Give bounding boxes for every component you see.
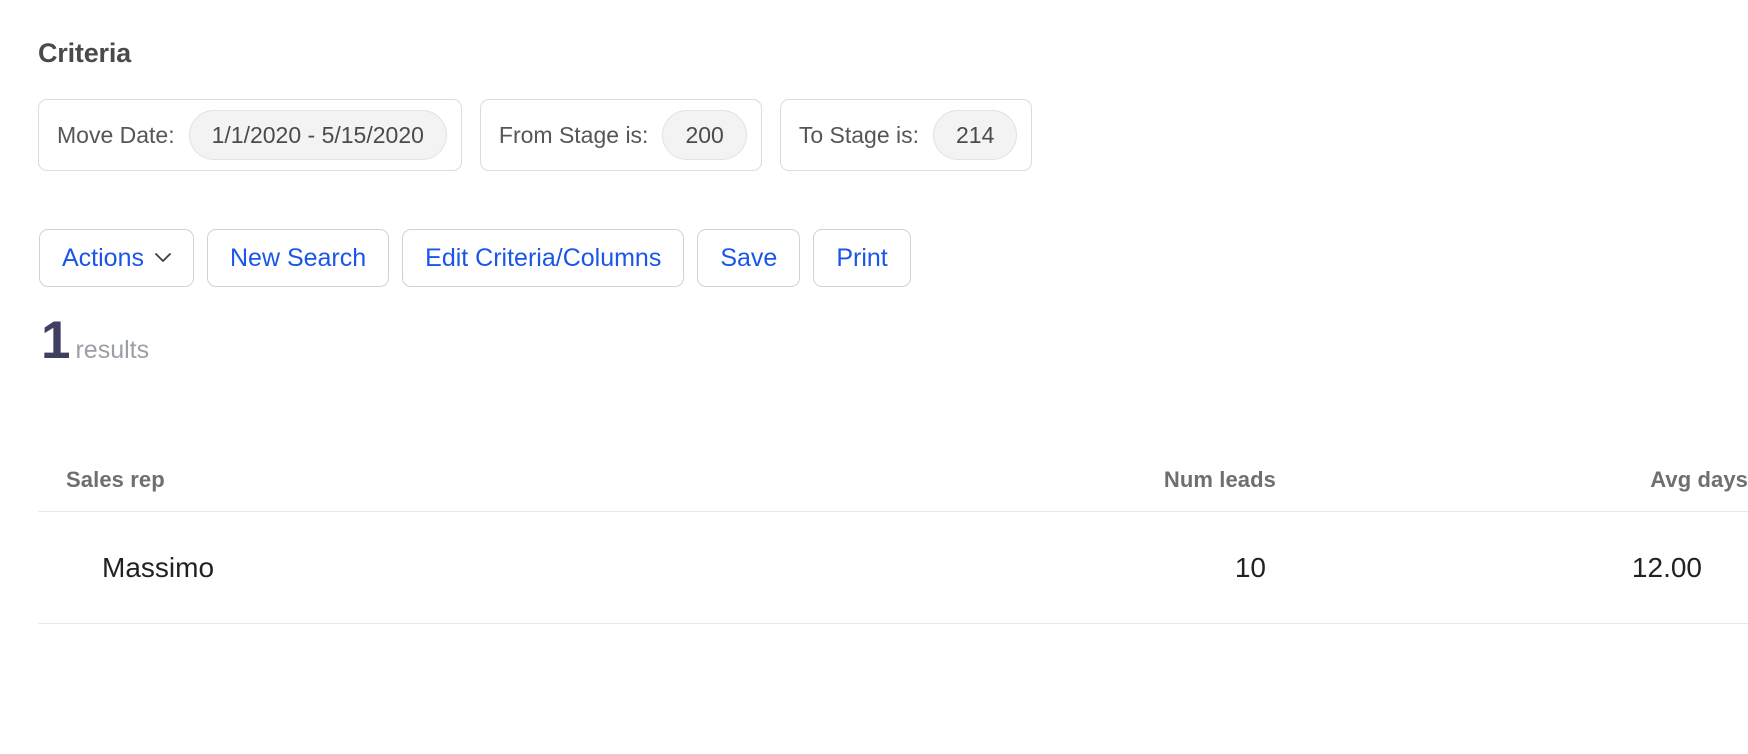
cell-sales-rep: Massimo	[102, 551, 215, 583]
page-title: Criteria	[38, 38, 131, 68]
criteria-filter-value[interactable]: 214	[933, 110, 1018, 160]
column-header-num-leads[interactable]: Num leads	[828, 467, 1288, 493]
toolbar: Actions New Search Edit Criteria/Columns…	[39, 229, 911, 287]
cell-num-leads: 10	[1234, 551, 1266, 583]
criteria-filter-value[interactable]: 1/1/2020 - 5/15/2020	[188, 110, 447, 160]
new-search-button[interactable]: New Search	[206, 229, 390, 287]
print-button[interactable]: Print	[813, 229, 911, 287]
table-row[interactable]: Massimo 10 12.00	[38, 512, 1748, 624]
results-count: 1	[41, 311, 71, 370]
criteria-filter-label: From Stage is:	[498, 122, 649, 148]
report-results-page: Criteria Move Date: 1/1/2020 - 5/15/2020…	[0, 0, 1748, 754]
criteria-filter-to-stage[interactable]: To Stage is: 214	[779, 99, 1033, 171]
criteria-filter-from-stage[interactable]: From Stage is: 200	[479, 99, 762, 171]
criteria-filter-label: Move Date:	[57, 122, 175, 148]
new-search-button-label: New Search	[229, 244, 367, 272]
criteria-filter-list: Move Date: 1/1/2020 - 5/15/2020 From Sta…	[38, 99, 1033, 171]
criteria-filter-label: To Stage is:	[798, 122, 920, 148]
table-header-row: Sales rep Num leads Avg days	[38, 410, 1748, 512]
save-button[interactable]: Save	[697, 229, 801, 287]
results-label: results	[75, 336, 150, 364]
criteria-filter-move-date[interactable]: Move Date: 1/1/2020 - 5/15/2020	[38, 99, 462, 171]
print-button-label: Print	[836, 244, 888, 272]
column-header-avg-days[interactable]: Avg days	[1288, 467, 1748, 493]
chevron-down-icon	[155, 253, 171, 263]
save-button-label: Save	[720, 244, 778, 272]
results-summary: 1 results	[41, 313, 149, 369]
column-header-sales-rep[interactable]: Sales rep	[38, 467, 828, 493]
edit-criteria-columns-button[interactable]: Edit Criteria/Columns	[402, 229, 685, 287]
actions-button-label: Actions	[62, 244, 144, 272]
actions-button[interactable]: Actions	[39, 229, 194, 287]
criteria-filter-value[interactable]: 200	[662, 110, 747, 160]
results-table: Sales rep Num leads Avg days Massimo 10 …	[38, 410, 1748, 624]
cell-avg-days: 12.00	[1631, 551, 1702, 583]
edit-criteria-columns-button-label: Edit Criteria/Columns	[425, 244, 662, 272]
